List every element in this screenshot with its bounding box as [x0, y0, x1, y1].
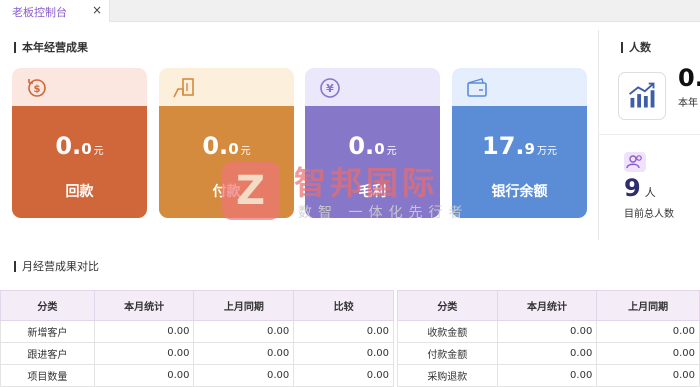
column-header: 本月统计: [496, 290, 598, 321]
card-body: [12, 106, 147, 218]
cell-value: 0.00: [193, 364, 295, 387]
column-header: 上月同期: [193, 290, 295, 321]
card-value: 17.9 万元: [482, 132, 557, 160]
row-category: 收款金额: [397, 320, 498, 343]
card-value: 0.0 元: [202, 132, 251, 160]
svg-text:$: $: [34, 84, 41, 95]
stat-value: 0.: [678, 64, 700, 92]
cell-value: 0.00: [496, 320, 598, 343]
row-category: 跟进客户: [0, 342, 95, 365]
table-header-row: 分类 本月统计 上月同期: [397, 290, 700, 321]
yen-icon: ¥: [320, 78, 340, 98]
cell-value: 0.00: [93, 364, 195, 387]
cell-value: 0.00: [193, 342, 295, 365]
people-count: 9人: [624, 174, 656, 202]
cell-value: 0.00: [193, 320, 295, 343]
people-label: 目前总人数: [624, 209, 674, 220]
people-title: 人数: [621, 42, 651, 53]
tab-bar: 老板控制台 ×: [0, 0, 700, 22]
cell-value: 0.00: [93, 342, 195, 365]
table-row: 采购退款 0.00 0.00: [397, 364, 700, 387]
card-label: 付款: [212, 184, 241, 200]
cell-value: 0.00: [293, 320, 394, 343]
panel-divider: [598, 134, 700, 135]
stat-label: 本年: [678, 98, 698, 109]
table-row: 付款金额 0.00 0.00: [397, 342, 700, 365]
card-label: 毛利: [358, 184, 387, 200]
monthly-table-right: 分类 本月统计 上月同期 收款金额 0.00 0.00 付款金额 0.00 0.…: [397, 290, 700, 387]
wallet-icon: [467, 78, 487, 97]
people-icon: [624, 152, 646, 172]
cell-value: 0.00: [596, 320, 700, 343]
dollar-cycle-icon: $: [28, 79, 46, 97]
annual-results-title: 本年经营成果: [14, 42, 88, 53]
row-category: 项目数量: [0, 364, 95, 387]
cell-value: 0.00: [293, 364, 394, 387]
cell-value: 0.00: [596, 364, 700, 387]
card-bank-balance[interactable]: 17.9 万元 银行余额: [452, 68, 587, 218]
table-row: 收款金额 0.00 0.00: [397, 320, 700, 343]
column-header: 上月同期: [596, 290, 700, 321]
column-header: 比较: [293, 290, 394, 321]
cell-value: 0.00: [93, 320, 195, 343]
column-header: 本月统计: [93, 290, 195, 321]
column-header: 分类: [397, 290, 498, 321]
card-body: [452, 106, 587, 218]
table-row: 新增客户 0.00 0.00 0.00: [0, 320, 394, 343]
card-value: 0.0 元: [348, 132, 397, 160]
table-row: 项目数量 0.00 0.00 0.00: [0, 364, 394, 387]
card-body: [159, 106, 294, 218]
card-label: 银行余额: [491, 184, 548, 200]
svg-text:¥: ¥: [326, 82, 334, 95]
monthly-results-title: 月经营成果对比: [14, 261, 99, 272]
row-category: 新增客户: [0, 320, 95, 343]
trend-chart-icon: [618, 72, 666, 120]
cell-value: 0.00: [596, 342, 700, 365]
row-category: 采购退款: [397, 364, 498, 387]
card-receipts[interactable]: $ 0.0 元 回款: [12, 68, 147, 218]
card-gross-profit[interactable]: ¥ 0.0 元 毛利: [305, 68, 440, 218]
monthly-table-left: 分类 本月统计 上月同期 比较 新增客户 0.00 0.00 0.00 跟进客户…: [0, 290, 394, 387]
tab-boss-console[interactable]: 老板控制台 ×: [0, 0, 110, 22]
card-label: 回款: [65, 184, 94, 200]
tab-label: 老板控制台: [12, 6, 67, 19]
table-row: 跟进客户 0.00 0.00 0.00: [0, 342, 394, 365]
card-body: [305, 106, 440, 218]
card-value: 0.0 元: [55, 132, 104, 160]
payment-hand-icon: [173, 78, 194, 98]
row-category: 付款金额: [397, 342, 498, 365]
cell-value: 0.00: [496, 342, 598, 365]
close-icon[interactable]: ×: [92, 3, 102, 17]
cell-value: 0.00: [496, 364, 598, 387]
table-header-row: 分类 本月统计 上月同期 比较: [0, 290, 394, 321]
column-header: 分类: [0, 290, 95, 321]
card-payments[interactable]: 0.0 元 付款: [159, 68, 294, 218]
cell-value: 0.00: [293, 342, 394, 365]
panel-divider: [598, 30, 599, 240]
